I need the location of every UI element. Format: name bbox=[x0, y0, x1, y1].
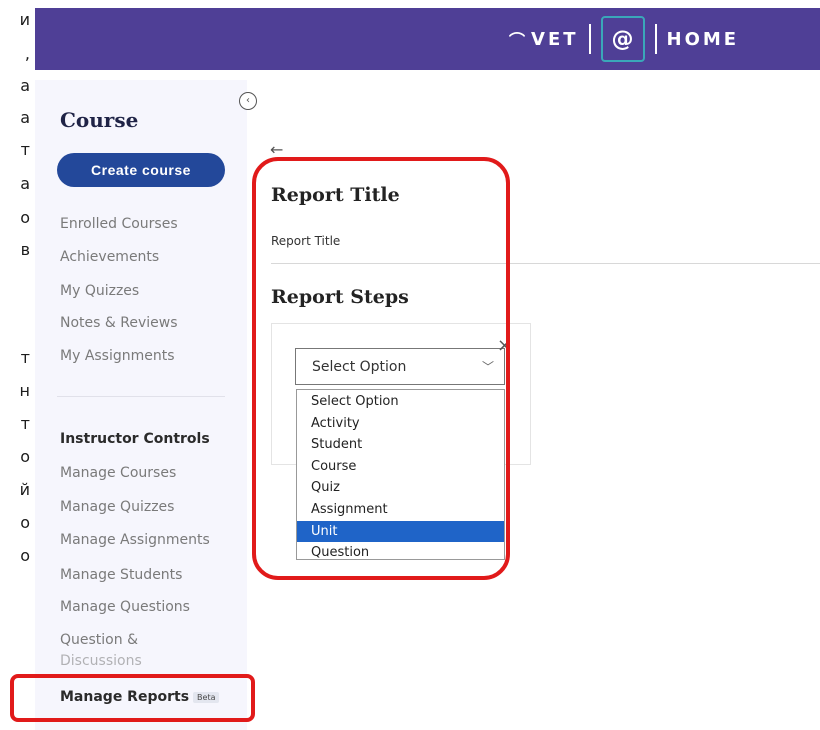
sidebar-item-my-assignments[interactable]: My Assignments bbox=[60, 348, 175, 364]
sidebar-item-manage-questions[interactable]: Manage Questions bbox=[60, 599, 190, 615]
graduation-cap-icon: ⌒ bbox=[509, 31, 526, 50]
sidebar-item-notes-reviews[interactable]: Notes & Reviews bbox=[60, 315, 178, 331]
annotation-highlight-report-form bbox=[252, 157, 510, 580]
create-course-button[interactable]: Create course bbox=[57, 153, 225, 187]
cutoff-char: , bbox=[24, 44, 30, 63]
cutoff-char: о bbox=[20, 546, 30, 565]
logo-divider bbox=[588, 24, 591, 54]
sidebar-item-achievements[interactable]: Achievements bbox=[60, 249, 159, 265]
cutoff-char: а bbox=[20, 76, 30, 95]
cutoff-char: о bbox=[20, 447, 30, 466]
sidebar-title: Course bbox=[60, 108, 139, 132]
collapse-sidebar-icon[interactable]: ‹ bbox=[239, 92, 257, 110]
cutoff-char: т bbox=[20, 414, 30, 433]
logo-text-vet: VET bbox=[531, 28, 579, 50]
cutoff-char: о bbox=[20, 513, 30, 532]
top-header: ⌒ VET @ HOME bbox=[35, 8, 820, 70]
cutoff-char: о bbox=[20, 208, 30, 227]
sidebar-item-my-quizzes[interactable]: My Quizzes bbox=[60, 283, 139, 299]
instructor-controls-heading: Instructor Controls bbox=[60, 431, 210, 447]
sidebar-item-question-discussions-line1[interactable]: Question & bbox=[60, 632, 138, 648]
sidebar-item-manage-quizzes[interactable]: Manage Quizzes bbox=[60, 499, 174, 515]
cutoff-char: н bbox=[19, 381, 30, 400]
logo-divider bbox=[654, 24, 657, 54]
sidebar-item-manage-assignments[interactable]: Manage Assignments bbox=[60, 532, 210, 548]
annotation-highlight-manage-reports bbox=[10, 674, 255, 722]
cutoff-text-strip: и , а а т а о в т н т о й о о bbox=[0, 0, 36, 730]
cutoff-char: и bbox=[19, 10, 30, 29]
cutoff-char: а bbox=[20, 174, 30, 193]
cutoff-char: й bbox=[19, 480, 30, 499]
sidebar-item-question-discussions-line2[interactable]: Discussions bbox=[60, 653, 142, 669]
sidebar: Course ‹ Create course Enrolled Courses … bbox=[35, 80, 257, 730]
logo-text-home: HOME bbox=[666, 28, 740, 50]
sidebar-divider bbox=[57, 396, 225, 397]
cutoff-char: т bbox=[20, 348, 30, 367]
cutoff-char: т bbox=[20, 140, 30, 159]
sidebar-item-manage-courses[interactable]: Manage Courses bbox=[60, 465, 176, 481]
site-logo[interactable]: ⌒ VET @ HOME bbox=[509, 13, 739, 65]
cutoff-char: в bbox=[20, 240, 30, 259]
sidebar-item-manage-students[interactable]: Manage Students bbox=[60, 567, 182, 583]
sidebar-item-enrolled-courses[interactable]: Enrolled Courses bbox=[60, 216, 178, 232]
logo-at: @ bbox=[600, 16, 645, 62]
cutoff-char: а bbox=[20, 108, 30, 127]
